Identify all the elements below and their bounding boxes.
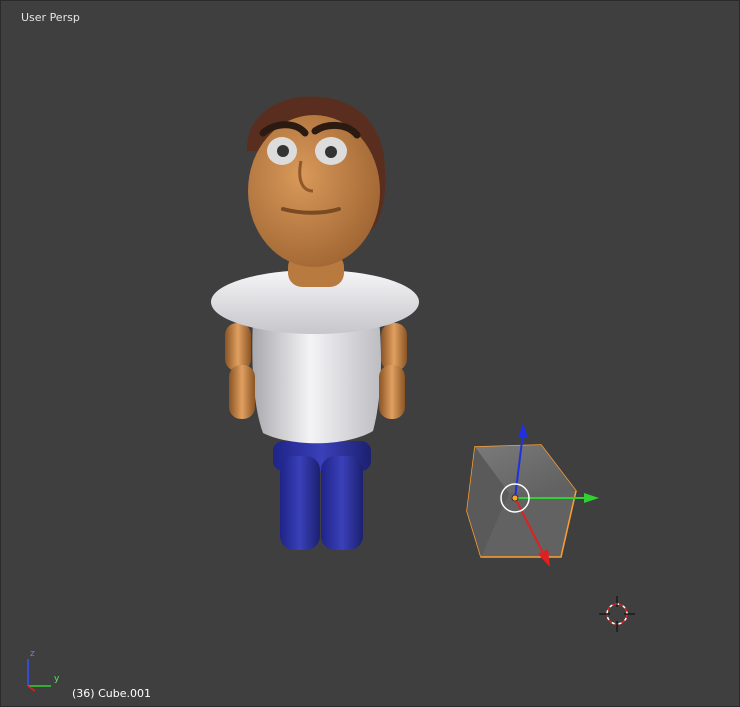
axis-widget-icon: z y — [27, 649, 60, 692]
axis-z-label: z — [30, 649, 35, 659]
scene-canvas[interactable]: z y — [1, 1, 739, 706]
character-model[interactable] — [211, 96, 419, 550]
active-object-status: (36) Cube.001 — [72, 687, 151, 700]
character-right-arm — [379, 323, 407, 419]
character-head — [248, 115, 380, 267]
selected-cube[interactable] — [466, 444, 577, 558]
axis-y-label: y — [54, 674, 60, 684]
character-shirt — [252, 319, 381, 444]
character-pants — [273, 441, 371, 550]
3d-cursor-icon[interactable] — [599, 596, 635, 632]
3d-viewport[interactable]: User Persp z y (36) Cube.001 — [0, 0, 740, 707]
character-left-arm — [225, 323, 255, 419]
